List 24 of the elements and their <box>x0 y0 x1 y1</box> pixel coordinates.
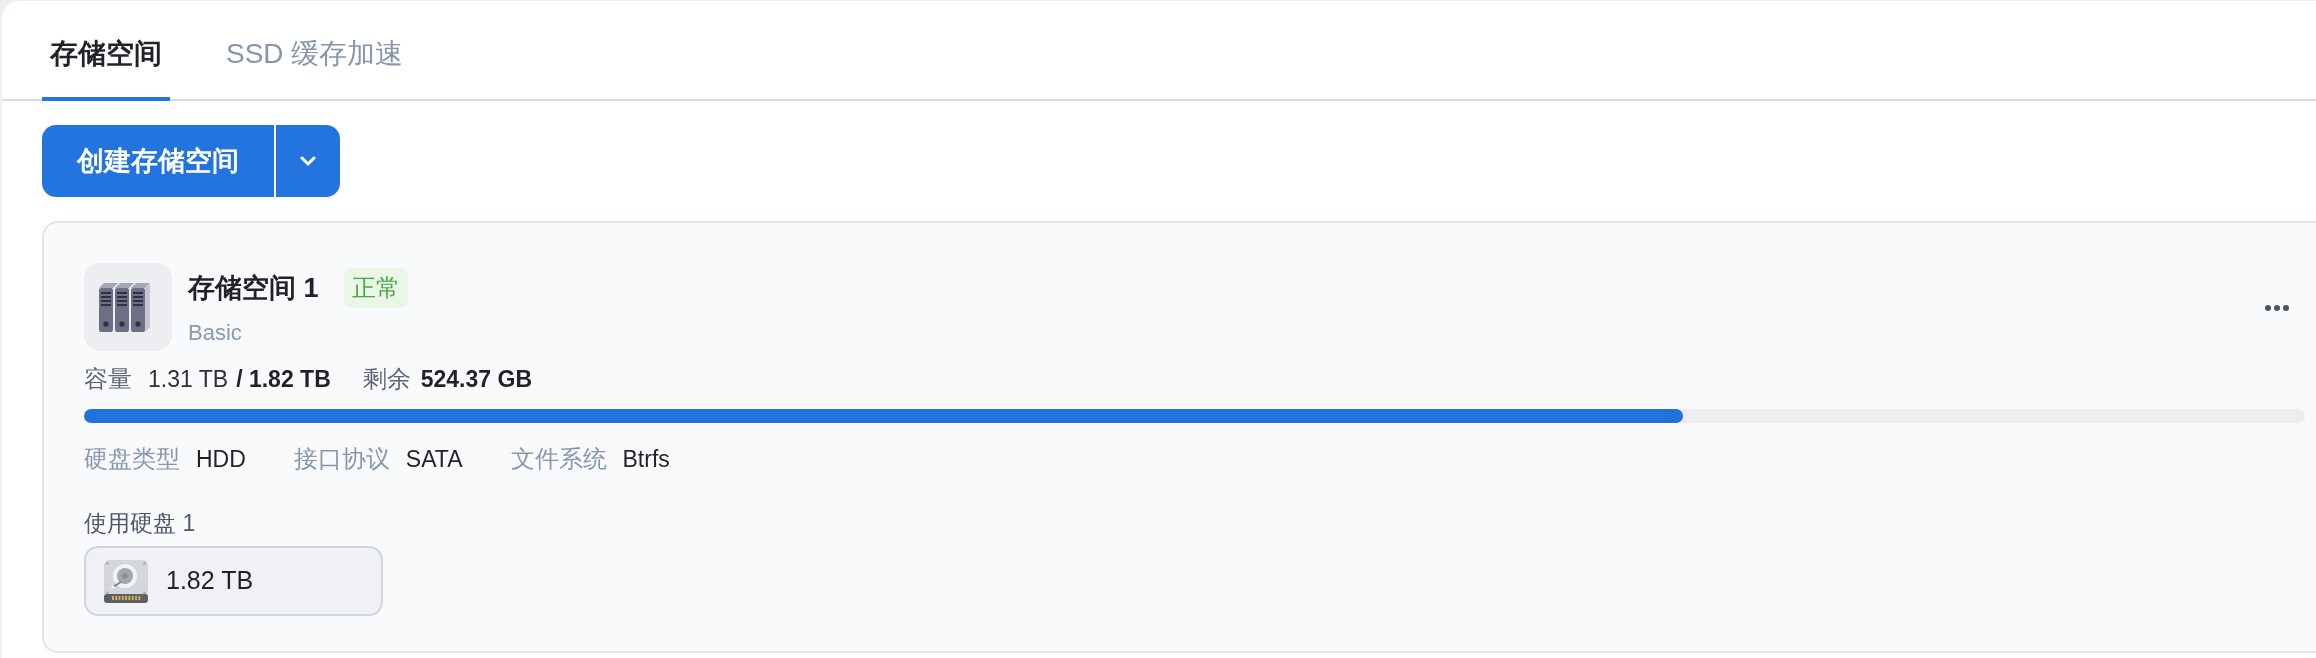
pool-name: 存储空间 1 <box>188 271 319 305</box>
pool-type: Basic <box>188 319 243 347</box>
chevron-down-icon <box>300 156 316 166</box>
detail-label: 接口协议 <box>293 444 390 474</box>
hard-drive-icon <box>104 559 148 603</box>
free-capacity: 524.37 GB <box>420 364 532 394</box>
detail-label: 文件系统 <box>510 444 607 474</box>
disks-label: 使用硬盘 1 <box>84 509 197 538</box>
detail-value: HDD <box>196 444 246 474</box>
storage-drives-icon <box>84 263 172 351</box>
free-label: 剩余 <box>362 364 411 394</box>
detail-value: Btrfs <box>622 444 670 474</box>
dropdown-button[interactable] <box>276 125 340 197</box>
total-capacity: / 1.82 TB <box>236 364 331 394</box>
tab[interactable]: 存储空间 <box>42 1 170 101</box>
detail-value: SATA <box>405 444 463 474</box>
disk-size: 1.82 TB <box>166 565 254 597</box>
used-capacity: 1.31 TB <box>148 364 229 394</box>
more-icon[interactable] <box>2265 305 2289 311</box>
create-storage-button[interactable]: 创建存储空间 <box>42 125 274 197</box>
disk-card[interactable]: 1.82 TB <box>84 546 383 616</box>
detail-label: 硬盘类型 <box>84 444 180 474</box>
capacity-label: 容量 <box>84 364 132 394</box>
status-badge: 正常 <box>343 268 408 308</box>
